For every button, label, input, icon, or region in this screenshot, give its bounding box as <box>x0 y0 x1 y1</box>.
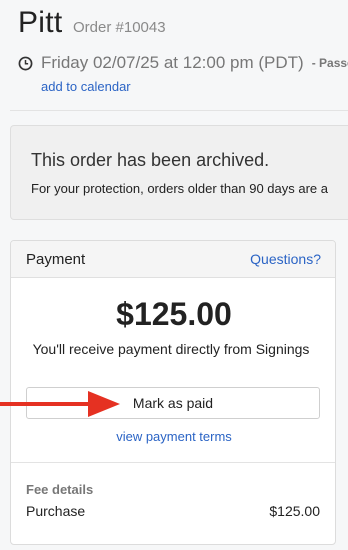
customer-name: Pitt <box>18 6 63 39</box>
fee-details-heading: Fee details <box>26 482 94 497</box>
clock-icon <box>18 56 33 70</box>
appointment-status: - Passed <box>311 56 348 70</box>
payment-amount: $125.00 <box>116 296 232 332</box>
fee-row-label: Purchase <box>26 503 86 519</box>
red-arrow-annotation-icon <box>0 391 120 417</box>
page-header: Pitt Order #10043 <box>18 6 166 40</box>
payment-title: Payment <box>26 250 86 268</box>
questions-link[interactable]: Questions? <box>250 251 321 267</box>
view-payment-terms-link[interactable]: view payment terms <box>11 429 335 444</box>
fee-row: Purchase $125.00 <box>26 503 320 519</box>
appointment-datetime-row: Friday 02/07/25 at 12:00 pm (PDT) - Pass… <box>18 53 348 73</box>
archive-notice-title: This order has been archived. <box>31 150 270 170</box>
fee-row-value: $125.00 <box>269 503 320 519</box>
archive-notice: This order has been archived. For your p… <box>10 125 348 220</box>
add-to-calendar-link[interactable]: add to calendar <box>41 79 131 94</box>
archive-notice-body: For your protection, orders older than 9… <box>31 181 328 196</box>
order-page: Pitt Order #10043 Friday 02/07/25 at 12:… <box>0 0 348 550</box>
payment-note: You'll receive payment directly from Sig… <box>32 341 310 357</box>
payment-card-header: Payment Questions? <box>11 241 335 278</box>
header-divider <box>10 110 348 111</box>
order-number: Order #10043 <box>73 19 166 36</box>
payment-card-divider <box>11 462 335 463</box>
appointment-datetime: Friday 02/07/25 at 12:00 pm (PDT) <box>41 53 304 72</box>
